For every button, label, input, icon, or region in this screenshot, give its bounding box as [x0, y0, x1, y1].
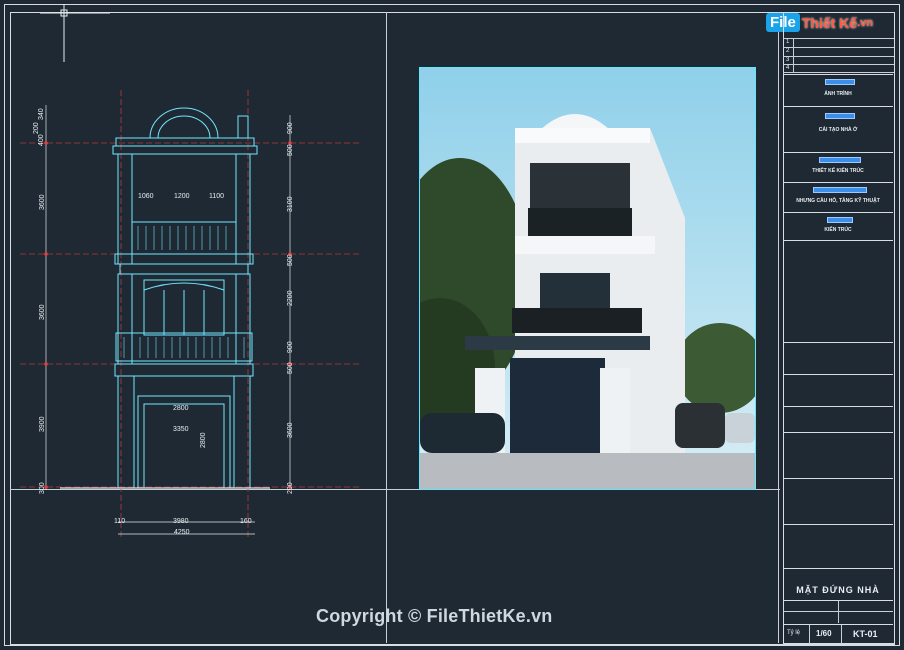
dim-left-3900: 3900 [39, 416, 46, 432]
render-photo [419, 67, 756, 490]
tb-item-2: CẢI TẠO NHÀ Ở [783, 106, 893, 151]
tb-item-3: THIẾT KẾ KIẾN TRÚC [783, 152, 893, 181]
tb-item-5: KIẾN TRÚC [783, 212, 893, 239]
view-divider-vertical [386, 12, 387, 643]
dim-right-3100: 3100 [287, 196, 294, 212]
dim-left-3600b: 3600 [39, 304, 46, 320]
render-illustration [420, 68, 755, 489]
drawing-title: MẶT ĐỨNG NHÀ [796, 585, 880, 595]
dim-left-400: 400 [38, 134, 45, 146]
tb-row-blank-3 [783, 374, 893, 405]
dim-right-500a: 500 [287, 144, 294, 156]
tb-item-1: ẢNH TRÌNH [783, 74, 893, 105]
revision-row-3: 3 [786, 57, 790, 63]
tb-row-blank-7 [783, 524, 893, 565]
tb-row-blank-2 [783, 342, 893, 373]
dim-right-3600: 3600 [287, 422, 294, 438]
dim-bottom-110: 110 [114, 518, 126, 525]
tb-item-4-icon [813, 187, 867, 193]
dim-bottom-4250: 4250 [174, 529, 190, 536]
dim-inner-2800a: 2800 [173, 405, 189, 412]
title-block-divider [778, 12, 779, 643]
dim-right-200: 200 [287, 482, 294, 494]
dim-left-340: 340 [38, 108, 45, 120]
copyright-watermark: Copyright © FileThietKe.vn [316, 606, 553, 626]
dim-inner-3350: 3350 [173, 426, 189, 433]
dim-left-300: 300 [39, 482, 46, 494]
dim-inner-1060: 1060 [138, 193, 154, 200]
revision-row-4: 4 [786, 65, 790, 71]
dim-inner-1100: 1100 [209, 193, 225, 200]
elevation-drawing [20, 90, 360, 540]
dim-right-2200: 2200 [287, 290, 294, 306]
tb-item-2-icon [825, 113, 855, 119]
dim-inner-2800b: 2800 [200, 432, 207, 448]
dim-bottom-3980: 3980 [173, 518, 189, 525]
tb-item-1-icon [825, 79, 855, 85]
tb-scale-row: Tỷ lệ 1/60 KT-01 [783, 624, 893, 644]
dim-inner-1200: 1200 [174, 193, 190, 200]
tb-info-rows [783, 600, 893, 623]
tb-row-blank-1 [783, 240, 893, 341]
dim-right-500b: 500 [287, 254, 294, 266]
dim-right-900a: 900 [287, 122, 294, 134]
revision-row-1: 1 [786, 39, 790, 45]
scale-value: 1/60 [816, 629, 832, 638]
tb-item-4: NHƯNG CẦU HỖ, TẦNG KỸ THUẬT [783, 182, 893, 211]
dim-right-500c: 500 [287, 362, 294, 374]
revision-row-2: 2 [786, 48, 790, 54]
dim-left-200: 200 [33, 122, 40, 134]
tb-row-blank-5 [783, 432, 893, 477]
drawing-title-cell: MẶT ĐỨNG NHÀ [783, 568, 893, 599]
tb-row-blank-6 [783, 478, 893, 523]
dim-bottom-160: 160 [240, 518, 252, 525]
sheet-number: KT-01 [853, 629, 878, 639]
tb-row-blank-4 [783, 406, 893, 431]
ucs-crosshair-icon [40, 4, 110, 62]
dim-left-3600a: 3600 [39, 194, 46, 210]
tb-item-5-icon [827, 217, 853, 223]
tb-item-3-icon [819, 157, 861, 163]
revision-table: 1 2 3 4 [783, 38, 894, 73]
scale-label: Tỷ lệ [787, 630, 801, 636]
dim-right-900b: 900 [287, 341, 294, 353]
